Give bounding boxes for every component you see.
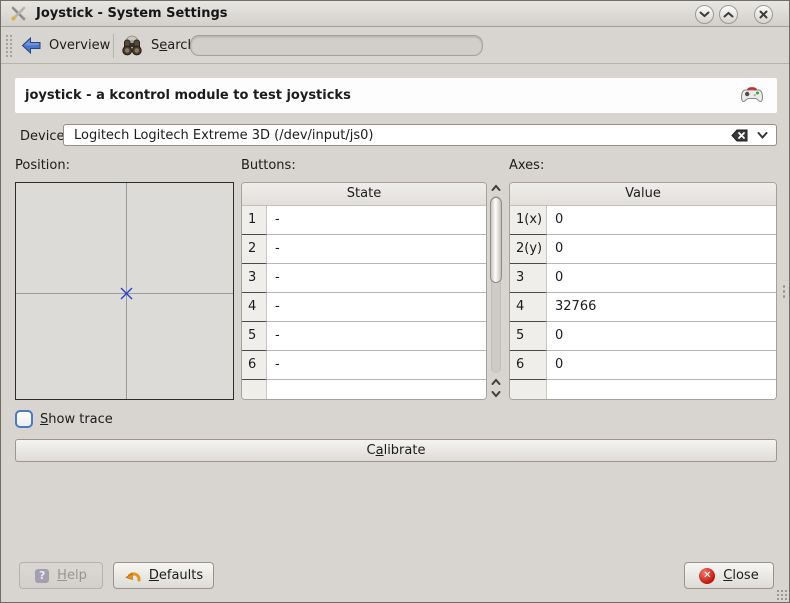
table-row: 2 - [242,235,486,264]
axes-table: Value 1(x) 0 2(y) 0 3 0 4 32766 5 0 6 0 [509,182,777,400]
close-label: Close [723,568,758,583]
row-header: 1 [242,206,267,235]
axes-column-header: Value [510,183,776,206]
chevron-down-icon[interactable] [757,132,768,139]
help-label: Help [57,568,87,583]
scroll-up-icon[interactable] [491,377,501,387]
row-value: - [267,293,486,322]
help-button[interactable]: ? Help [19,562,103,589]
table-row: 6 - [242,351,486,380]
row-header: 1(x) [510,206,547,235]
module-title: joystick - a kcontrol module to test joy… [25,88,351,103]
position-pad [15,182,234,400]
crossed-tools-icon [10,5,27,22]
close-circle-icon: ✕ [699,568,715,584]
axes-label: Axes: [509,158,544,173]
table-row: 1(x) 0 [510,206,776,235]
window-title: Joystick - System Settings [36,6,228,21]
buttons-column-header: State [242,183,486,206]
buttons-table: State 1 - 2 - 3 - 4 - 5 - 6 - [241,182,487,400]
position-label: Position: [15,158,70,173]
undo-arrow-icon [124,568,141,583]
chevron-down-icon [699,11,710,18]
window-close-button[interactable] [754,5,773,24]
joystick-settings-window: Joystick - System Settings Overview [0,0,790,603]
row-value: 0 [547,206,776,235]
row-value: - [267,322,486,351]
row-value: - [267,351,486,380]
toolbar-drag-handle[interactable] [5,34,13,57]
calibrate-button[interactable]: Calibrate [15,439,777,462]
buttons-scrollbar[interactable] [489,183,503,399]
show-trace-option[interactable]: Show trace [15,410,113,428]
row-header: 5 [510,322,547,351]
table-row: 3 - [242,264,486,293]
row-value: 0 [547,322,776,351]
row-header: 5 [242,322,267,351]
table-row: 5 - [242,322,486,351]
row-value: - [267,235,486,264]
table-row: 3 0 [510,264,776,293]
resize-grip-corner[interactable] [776,589,788,601]
row-header: 3 [242,264,267,293]
table-row: 2(y) 0 [510,235,776,264]
table-row: 4 - [242,293,486,322]
row-header: 3 [510,264,547,293]
position-marker-icon [120,287,133,300]
row-value: 0 [547,351,776,380]
chevron-up-icon [723,11,734,18]
row-value: - [267,206,486,235]
help-icon: ? [35,569,49,583]
row-value: 32766 [547,293,776,322]
table-row: 4 32766 [510,293,776,322]
device-label: Device: [20,129,69,144]
search-input[interactable] [190,35,483,56]
buttons-label: Buttons: [241,158,296,173]
device-value: Logitech Logitech Extreme 3D (/dev/input… [74,128,731,143]
table-row-partial [242,380,486,400]
defaults-label: Defaults [149,568,203,583]
toolbar: Overview Search: [1,27,789,64]
row-header: 6 [510,351,547,380]
row-header: 2(y) [510,235,547,264]
module-header: joystick - a kcontrol module to test joy… [15,78,777,113]
resize-grip-right[interactable] [782,284,786,300]
row-header: 4 [510,293,547,322]
defaults-button[interactable]: Defaults [113,562,214,589]
scroll-up-icon[interactable] [491,183,501,193]
gamepad-icon [740,84,764,106]
close-icon [759,10,768,19]
row-header: 4 [242,293,267,322]
row-header: 6 [242,351,267,380]
device-combobox[interactable]: Logitech Logitech Extreme 3D (/dev/input… [63,124,777,146]
show-trace-checkbox[interactable] [15,410,33,428]
clear-text-icon[interactable] [731,129,748,142]
scroll-down-icon[interactable] [491,389,501,399]
show-trace-label[interactable]: Show trace [40,412,113,427]
search-binoculars-icon [119,33,145,59]
table-row: 6 0 [510,351,776,380]
titlebar[interactable]: Joystick - System Settings [1,1,789,27]
scrollbar-thumb[interactable] [490,197,502,283]
table-row: 5 0 [510,322,776,351]
close-button[interactable]: ✕ Close [684,562,774,589]
table-row: 1 - [242,206,486,235]
back-arrow-icon [21,37,42,54]
row-header: 2 [242,235,267,264]
row-value: 0 [547,235,776,264]
table-row-partial [510,380,776,400]
shade-button[interactable] [695,5,714,24]
row-value: - [267,264,486,293]
row-value: 0 [547,264,776,293]
overview-label: Overview [49,38,110,53]
unshade-button[interactable] [719,5,738,24]
toolbar-separator [113,34,114,58]
overview-button[interactable]: Overview [15,31,116,60]
